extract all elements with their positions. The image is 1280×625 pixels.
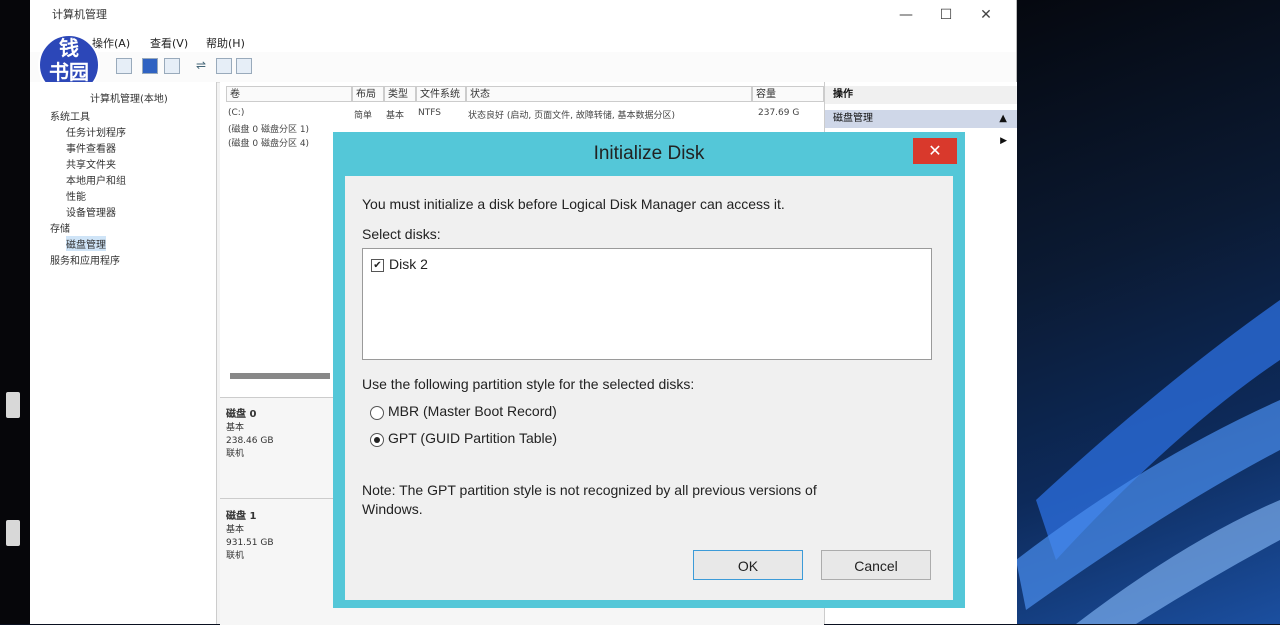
desktop-shortcut-icon[interactable] — [6, 392, 20, 418]
disk-0-type: 基本 — [226, 423, 245, 433]
desktop-shortcut-icon[interactable] — [6, 520, 20, 546]
export-icon[interactable] — [236, 58, 252, 74]
wallpaper-swirl — [1016, 300, 1280, 624]
column-header-type[interactable]: 类型 — [384, 86, 416, 102]
volume-type: 基本 — [386, 111, 405, 121]
mbr-radio[interactable] — [370, 406, 384, 420]
tree-item-storage[interactable]: 存储 — [50, 220, 70, 235]
volume-name[interactable]: (C:) — [228, 108, 244, 118]
dialog-title: Initialize Disk — [593, 143, 705, 164]
tree-item-task-scheduler[interactable]: 任务计划程序 — [66, 124, 126, 139]
desktop-wallpaper — [1016, 0, 1280, 624]
partition-style-label: Use the following partition style for th… — [362, 376, 695, 392]
tree-item-shared-folders[interactable]: 共享文件夹 — [66, 156, 116, 171]
menu-view[interactable]: 查看(V) — [150, 35, 188, 51]
mbr-radio-label[interactable]: MBR (Master Boot Record) — [388, 403, 557, 419]
dialog-body: You must initialize a disk before Logica… — [345, 176, 953, 600]
tree-item-device-manager[interactable]: 设备管理器 — [66, 204, 116, 219]
gpt-radio-label[interactable]: GPT (GUID Partition Table) — [388, 430, 557, 446]
disk-2-checkbox[interactable]: ✔ — [371, 259, 384, 272]
actions-header: 操作 — [825, 86, 1017, 104]
badge-text-bottom: 书园 — [49, 60, 89, 84]
tree-item-event-viewer[interactable]: 事件查看器 — [66, 140, 116, 155]
column-header-volume[interactable]: 卷 — [226, 86, 352, 102]
properties-icon[interactable] — [164, 58, 180, 74]
disk-1-state: 联机 — [226, 551, 245, 561]
disk-0-state: 联机 — [226, 449, 245, 459]
volume-name[interactable]: (磁盘 0 磁盘分区 4) — [228, 136, 309, 149]
intro-text: You must initialize a disk before Logica… — [362, 196, 785, 212]
note-text-line2: Windows. — [362, 501, 423, 517]
window-title: 计算机管理 — [52, 8, 107, 21]
initialize-disk-dialog: Initialize Disk ✕ You must initialize a … — [333, 132, 965, 608]
title-bar: 计算机管理 — ☐ ✕ — [30, 0, 1016, 32]
toolbar: ⇌ — [30, 52, 1016, 83]
disk-0-size: 238.46 GB — [226, 436, 274, 446]
collapse-arrow-icon[interactable]: ▲ — [999, 110, 1007, 128]
refresh-icon[interactable] — [216, 58, 232, 74]
dialog-close-button[interactable]: ✕ — [913, 138, 957, 164]
disk-0-name: 磁盘 0 — [226, 409, 257, 420]
disk-1-size: 931.51 GB — [226, 538, 274, 548]
disk-0-label[interactable]: 磁盘 0 基本 238.46 GB 联机 — [226, 408, 316, 461]
desktop-left-strip — [0, 0, 30, 624]
badge-text-top: 钱 — [59, 36, 79, 60]
navigation-tree: 计算机管理(本地) 系统工具 任务计划程序 事件查看器 共享文件夹 本地用户和组… — [30, 82, 217, 624]
menu-bar: 操作(A) 查看(V) 帮助(H) — [30, 32, 1016, 52]
help-icon[interactable] — [142, 58, 158, 74]
connect-icon[interactable]: ⇌ — [196, 58, 212, 74]
column-header-status[interactable]: 状态 — [466, 86, 752, 102]
volume-status: 状态良好 (启动, 页面文件, 故障转储, 基本数据分区) — [468, 111, 676, 121]
disk-list: ✔ Disk 2 — [362, 248, 932, 360]
volume-name[interactable]: (磁盘 0 磁盘分区 1) — [228, 122, 309, 135]
minimize-button[interactable]: — — [886, 4, 926, 26]
disk-1-name: 磁盘 1 — [226, 511, 257, 522]
volume-layout: 简单 — [354, 111, 373, 121]
maximize-button[interactable]: ☐ — [926, 4, 966, 26]
tree-item-disk-management[interactable]: 磁盘管理 — [66, 236, 106, 251]
ok-button[interactable]: OK — [693, 550, 803, 580]
show-hide-tree-icon[interactable] — [116, 58, 132, 74]
gpt-radio[interactable] — [370, 433, 384, 447]
disk-1-type: 基本 — [226, 525, 245, 535]
close-window-button[interactable]: ✕ — [966, 4, 1006, 26]
column-header-capacity[interactable]: 容量 — [752, 86, 824, 102]
actions-item-label: 磁盘管理 — [833, 113, 873, 124]
note-text-line1: Note: The GPT partition style is not rec… — [362, 482, 817, 498]
actions-disk-management[interactable]: 磁盘管理 ▲ — [825, 110, 1017, 128]
disk-1-label[interactable]: 磁盘 1 基本 931.51 GB 联机 — [226, 510, 316, 563]
column-header-filesystem[interactable]: 文件系统 — [416, 86, 466, 102]
menu-help[interactable]: 帮助(H) — [206, 35, 245, 51]
tree-item-services[interactable]: 服务和应用程序 — [50, 252, 120, 267]
tree-item-local-users[interactable]: 本地用户和组 — [66, 172, 126, 187]
select-disks-label: Select disks: — [362, 226, 441, 242]
volume-filesystem: NTFS — [418, 108, 441, 118]
tree-item-performance[interactable]: 性能 — [66, 188, 86, 203]
horizontal-scrollbar[interactable] — [230, 373, 330, 379]
disk-2-label[interactable]: Disk 2 — [389, 256, 428, 272]
tree-item-system-tools[interactable]: 系统工具 — [50, 108, 90, 123]
tree-item-root[interactable]: 计算机管理(本地) — [90, 90, 168, 105]
cancel-button[interactable]: Cancel — [821, 550, 931, 580]
expand-arrow-icon[interactable]: ▶ — [1000, 136, 1007, 146]
column-header-layout[interactable]: 布局 — [352, 86, 384, 102]
volume-capacity: 237.69 G — [758, 108, 800, 118]
